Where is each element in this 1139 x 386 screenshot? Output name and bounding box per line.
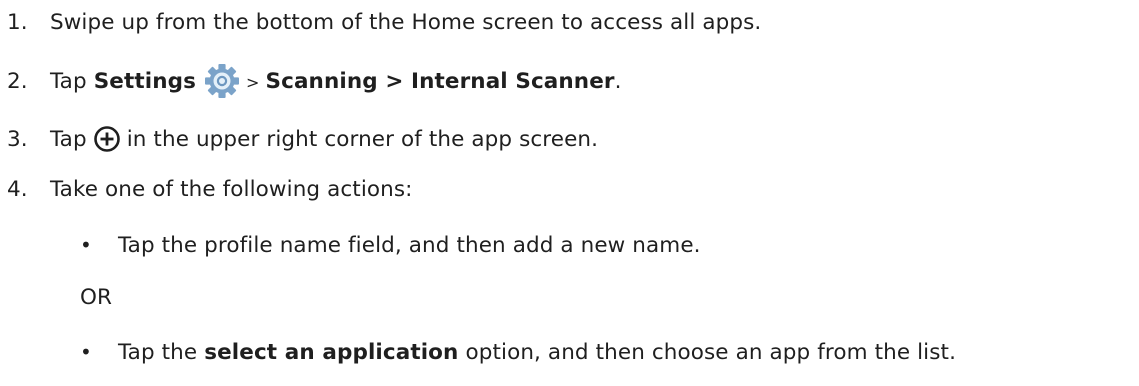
settings-gear-icon xyxy=(204,63,240,99)
step-3-rest: in the upper right corner of the app scr… xyxy=(126,126,599,152)
step-text: Tap in the upper right corner of the app… xyxy=(50,125,598,153)
path-separator: > xyxy=(246,72,260,92)
tap-word: Tap xyxy=(50,126,87,152)
option-text: Tap the select an application option, an… xyxy=(118,340,956,365)
add-circle-plus-icon xyxy=(93,125,121,153)
or-label: OR xyxy=(80,284,113,310)
settings-label: Settings xyxy=(93,68,196,94)
bullet: • xyxy=(80,340,92,364)
sentence-end: . xyxy=(614,68,622,94)
menu-path: Scanning > Internal Scanner xyxy=(265,68,615,94)
tap-word: Tap xyxy=(50,68,87,94)
option-text: Tap the profile name field, and then add… xyxy=(118,232,701,258)
option-bold: select an application xyxy=(204,339,459,365)
option-post: option, and then choose an app from the … xyxy=(465,339,957,365)
step-number: 4. xyxy=(7,176,28,202)
instruction-steps: 1. Swipe up from the bottom of the Home … xyxy=(0,0,1139,386)
step-number: 3. xyxy=(7,126,28,152)
step-text: Take one of the following actions: xyxy=(50,176,413,202)
step-text: Tap Settings > Scanning > Internal Scann… xyxy=(50,63,622,99)
option-pre: Tap the xyxy=(118,339,198,365)
step-number: 2. xyxy=(7,68,28,94)
step-number: 1. xyxy=(7,9,28,35)
step-text: Swipe up from the bottom of the Home scr… xyxy=(50,9,762,35)
bullet: • xyxy=(80,233,92,257)
